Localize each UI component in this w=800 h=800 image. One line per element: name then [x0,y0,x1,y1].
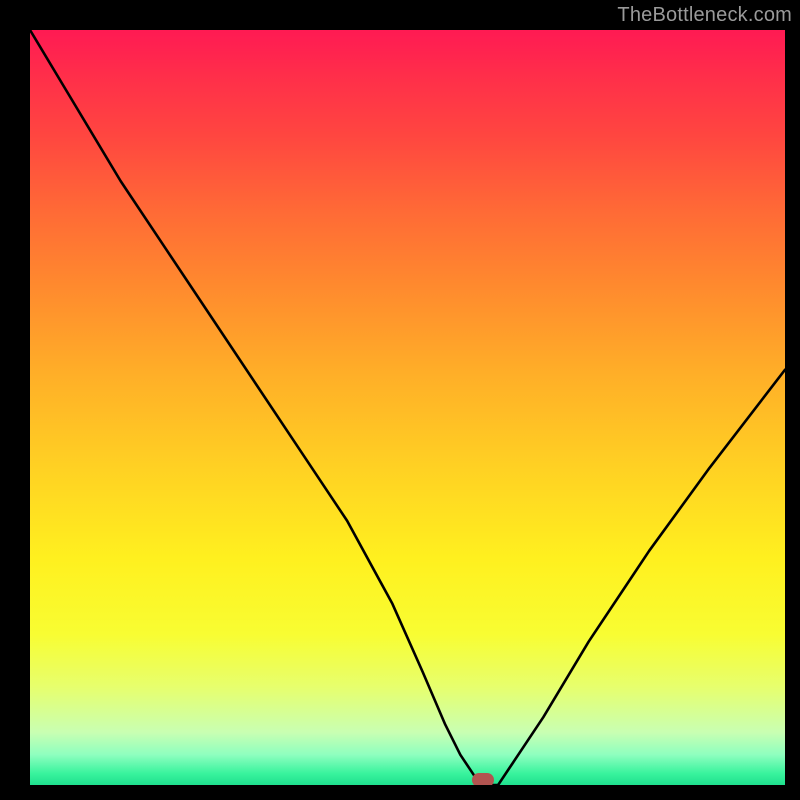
bottleneck-curve [30,30,785,785]
watermark-text: TheBottleneck.com [617,4,792,27]
plot-area [30,30,785,785]
chart-frame: TheBottleneck.com [0,0,800,800]
curve-path [30,30,785,785]
minimum-marker [472,773,494,785]
